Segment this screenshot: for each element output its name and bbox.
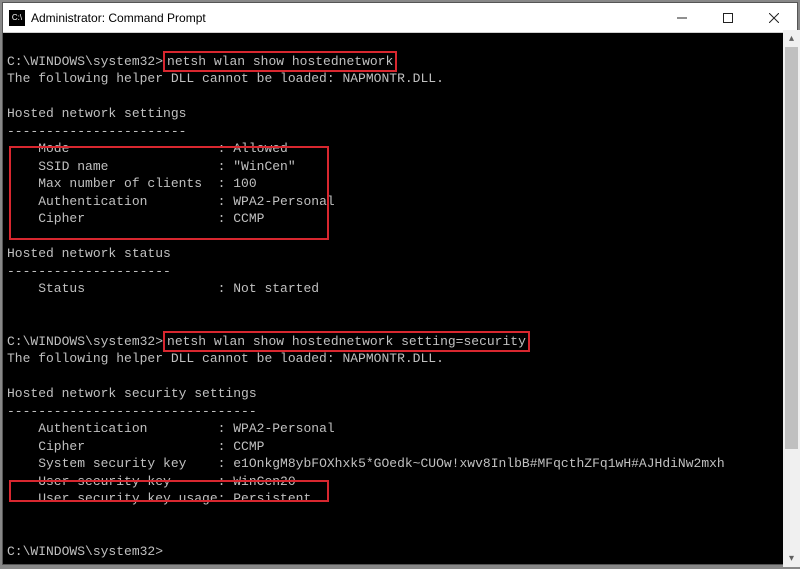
command-1-highlight: netsh wlan show hostednetwork	[163, 51, 397, 73]
field-label: System security key :	[7, 456, 233, 471]
field-label: SSID name :	[7, 159, 233, 174]
divider: ---------------------	[7, 264, 171, 279]
scroll-track[interactable]	[783, 47, 800, 550]
maximize-button[interactable]	[705, 3, 751, 32]
app-icon: C:\	[9, 10, 25, 26]
field-value: Persistent	[233, 491, 311, 506]
field-label: Mode :	[7, 141, 233, 156]
scroll-down-button[interactable]: ▾	[783, 550, 800, 567]
field-label: Authentication :	[7, 421, 233, 436]
field-label: Authentication :	[7, 194, 233, 209]
field-label: Max number of clients :	[7, 176, 233, 191]
section-header: Hosted network security settings	[7, 386, 257, 401]
vertical-scrollbar[interactable]: ▴ ▾	[783, 30, 800, 567]
minimize-button[interactable]	[659, 3, 705, 32]
field-label: User security key usage:	[7, 491, 233, 506]
field-label: Cipher :	[7, 439, 233, 454]
command-2-highlight: netsh wlan show hostednetwork setting=se…	[163, 331, 530, 353]
window-title: Administrator: Command Prompt	[31, 11, 659, 25]
field-value: Allowed	[233, 141, 288, 156]
field-value: 100	[233, 176, 256, 191]
output-line: The following helper DLL cannot be loade…	[7, 71, 444, 86]
divider: -----------------------	[7, 124, 186, 139]
scroll-thumb[interactable]	[785, 47, 798, 449]
field-value: WinCen20	[233, 474, 295, 489]
close-button[interactable]	[751, 3, 797, 32]
prompt: C:\WINDOWS\system32>	[7, 54, 163, 69]
field-value: WPA2-Personal	[233, 421, 334, 436]
field-value: WPA2-Personal	[233, 194, 334, 209]
field-value: CCMP	[233, 211, 264, 226]
section-header: Hosted network settings	[7, 106, 186, 121]
output-line: The following helper DLL cannot be loade…	[7, 351, 444, 366]
prompt: C:\WINDOWS\system32>	[7, 544, 163, 559]
field-value: e1OnkgM8ybFOXhxk5*GOedk~CUOw!xwv8InlbB#M…	[233, 456, 724, 471]
field-value: Not started	[233, 281, 319, 296]
section-header: Hosted network status	[7, 246, 171, 261]
command-prompt-window: C:\ Administrator: Command Prompt C:\WIN…	[2, 2, 798, 565]
field-value: CCMP	[233, 439, 264, 454]
titlebar[interactable]: C:\ Administrator: Command Prompt	[3, 3, 797, 33]
prompt: C:\WINDOWS\system32>	[7, 334, 163, 349]
window-controls	[659, 3, 797, 32]
terminal-output[interactable]: C:\WINDOWS\system32>netsh wlan show host…	[3, 33, 797, 564]
scroll-up-button[interactable]: ▴	[783, 30, 800, 47]
field-label: Cipher :	[7, 211, 233, 226]
field-label: User security key :	[7, 474, 233, 489]
divider: --------------------------------	[7, 404, 257, 419]
field-label: Status :	[7, 281, 233, 296]
field-value: "WinCen"	[233, 159, 295, 174]
